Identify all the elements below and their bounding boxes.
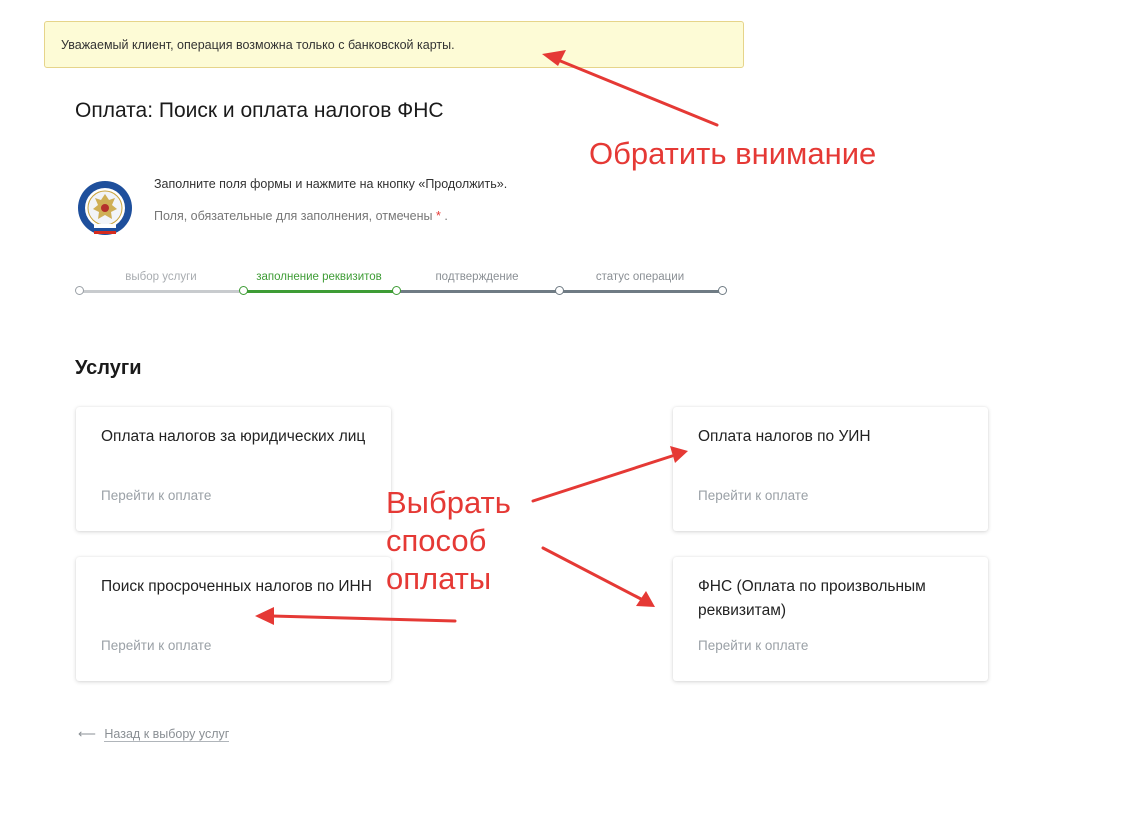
annotation-arrow-fns [541, 546, 643, 601]
annotation-arrows [255, 50, 719, 625]
annotation-arrow-attention [556, 58, 719, 127]
annotation-arrow-uin [531, 454, 674, 503]
annotation-arrow-inn [270, 614, 457, 623]
